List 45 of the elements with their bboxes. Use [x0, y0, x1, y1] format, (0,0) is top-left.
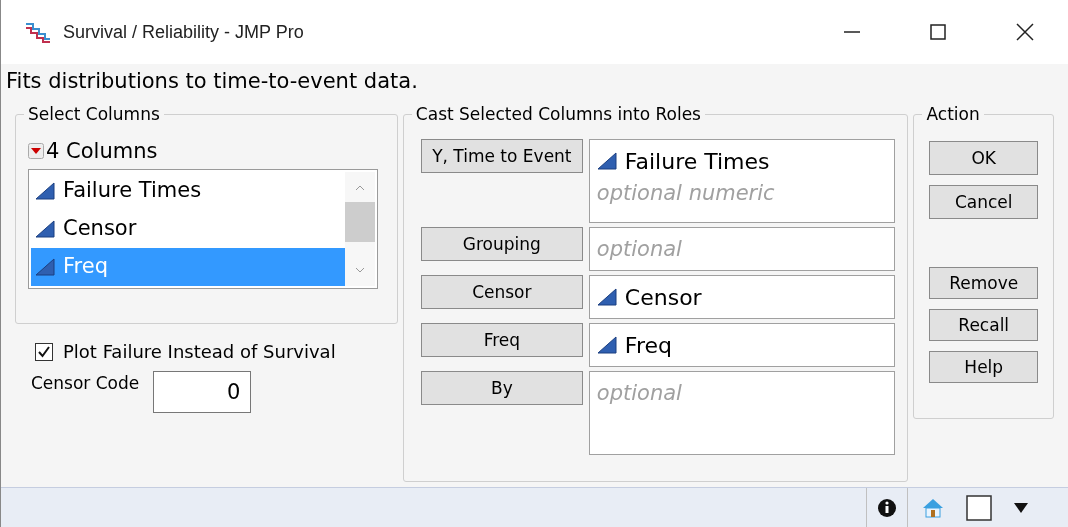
continuous-column-icon: [35, 258, 55, 276]
scrollbar[interactable]: [345, 172, 375, 286]
role-button[interactable]: Y, Time to Event: [420, 139, 583, 173]
placeholder-text: optional numeric: [596, 180, 776, 207]
dropdown-menu-icon[interactable]: [28, 143, 44, 159]
role-drop-box[interactable]: Freq: [588, 323, 896, 367]
close-icon[interactable]: [1016, 23, 1034, 41]
role-drop-box[interactable]: Censor: [588, 275, 896, 319]
assigned-column: Failure Times: [624, 144, 770, 178]
role-button[interactable]: Censor: [420, 275, 583, 309]
info-icon[interactable]: [877, 497, 897, 518]
action-button[interactable]: Recall: [929, 309, 1038, 341]
description-text: Fits distributions to time-to-event data.: [6, 69, 418, 93]
column-list-item[interactable]: Censor: [31, 210, 345, 248]
maximize-icon[interactable]: [930, 24, 946, 40]
action-button[interactable]: Help: [929, 351, 1038, 383]
continuous-column-icon: [596, 336, 617, 354]
action-button[interactable]: Cancel: [929, 185, 1038, 219]
scroll-thumb[interactable]: [345, 202, 375, 242]
home-icon[interactable]: [922, 497, 944, 518]
continuous-column-icon: [596, 152, 617, 170]
assigned-column: Censor: [624, 280, 702, 314]
role-drop-box[interactable]: Failure Times optional numeric: [588, 139, 896, 223]
placeholder-text: optional: [596, 236, 683, 263]
checkbox[interactable]: [35, 342, 53, 361]
role-button[interactable]: Freq: [420, 323, 583, 357]
role-button[interactable]: Grouping: [420, 227, 583, 261]
window-title: Survival / Reliability - JMP Pro: [63, 20, 304, 44]
continuous-column-icon: [35, 182, 55, 200]
role-button[interactable]: By: [420, 371, 583, 405]
column-count: 4 Columns: [46, 138, 158, 165]
checkbox-label: Plot Failure Instead of Survival: [63, 340, 336, 364]
action-button[interactable]: OK: [929, 141, 1038, 175]
assigned-column: Freq: [624, 328, 672, 362]
field-label: Censor Code: [31, 372, 140, 395]
app-logo-icon: [25, 21, 51, 43]
column-list-item[interactable]: Failure Times: [31, 172, 345, 210]
dropdown-arrow-icon[interactable]: [1014, 502, 1028, 513]
action-button[interactable]: Remove: [929, 267, 1038, 299]
continuous-column-icon: [596, 288, 617, 306]
continuous-column-icon: [35, 220, 55, 238]
checkmark-icon: [37, 344, 51, 359]
square-icon[interactable]: [966, 494, 992, 521]
censor-code-field[interactable]: 0: [153, 371, 252, 413]
placeholder-text: optional: [596, 380, 683, 407]
